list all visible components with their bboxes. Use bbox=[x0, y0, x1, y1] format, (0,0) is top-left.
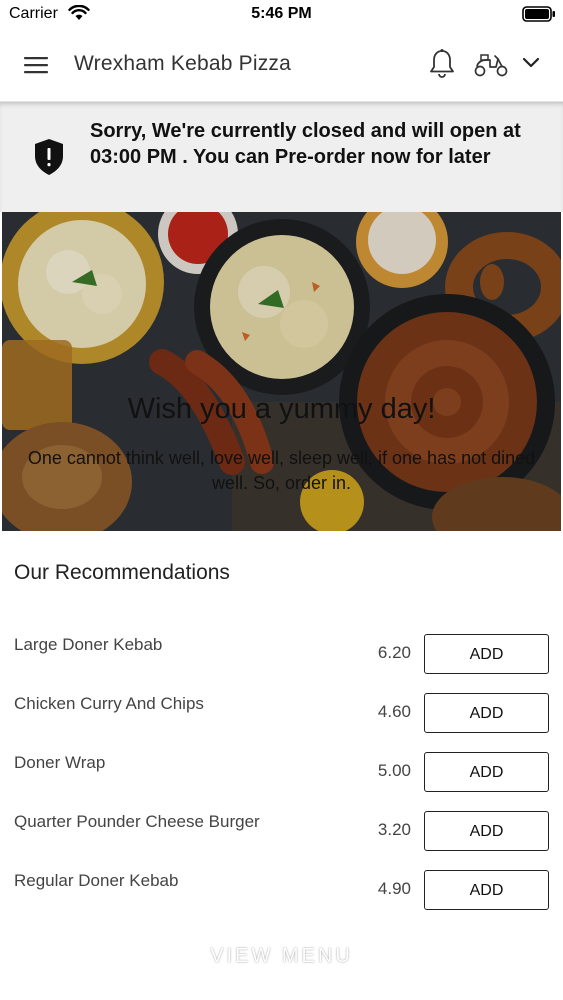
add-button[interactable]: ADD bbox=[424, 811, 549, 851]
add-button[interactable]: ADD bbox=[424, 752, 549, 792]
view-menu-button[interactable]: VIEW MENU bbox=[0, 945, 563, 968]
battery-icon bbox=[522, 6, 556, 27]
list-item: Quarter Pounder Cheese Burger 3.20 ADD bbox=[0, 807, 563, 866]
restaurant-title: Wrexham Kebab Pizza bbox=[74, 52, 292, 75]
list-item: Regular Doner Kebab 4.90 ADD bbox=[0, 866, 563, 925]
shield-alert-icon bbox=[32, 137, 66, 182]
add-button[interactable]: ADD bbox=[424, 634, 549, 674]
list-item: Doner Wrap 5.00 ADD bbox=[0, 748, 563, 807]
hero-subtitle: One cannot think well, love well, sleep … bbox=[27, 448, 536, 493]
hero-banner: Wish you a yummy day! One cannot think w… bbox=[2, 212, 561, 531]
chevron-down-icon[interactable] bbox=[521, 56, 541, 75]
menu-icon[interactable] bbox=[20, 52, 54, 80]
item-price: 6.20 bbox=[377, 643, 411, 662]
list-item: Large Doner Kebab 6.20 ADD bbox=[0, 630, 563, 689]
scooter-icon[interactable] bbox=[473, 52, 509, 83]
item-name: Doner Wrap bbox=[14, 753, 106, 772]
clock: 5:46 PM bbox=[251, 5, 312, 22]
recommendations-heading: Our Recommendations bbox=[14, 561, 230, 584]
item-price: 3.20 bbox=[377, 820, 411, 839]
bell-icon[interactable] bbox=[427, 48, 457, 85]
item-name: Large Doner Kebab bbox=[14, 635, 163, 654]
list-item: Chicken Curry And Chips 4.60 ADD bbox=[0, 689, 563, 748]
item-price: 4.60 bbox=[377, 702, 411, 721]
closed-notice-banner: Sorry, We're currently closed and will o… bbox=[0, 102, 563, 212]
app-header: Wrexham Kebab Pizza bbox=[0, 30, 563, 102]
status-bar: Carrier 5:46 PM bbox=[0, 0, 563, 30]
item-price: 4.90 bbox=[377, 879, 411, 898]
recommendations-list: Large Doner Kebab 6.20 ADD Chicken Curry… bbox=[0, 630, 563, 925]
add-button[interactable]: ADD bbox=[424, 870, 549, 910]
item-price: 5.00 bbox=[377, 761, 411, 780]
item-name: Quarter Pounder Cheese Burger bbox=[14, 812, 260, 831]
closed-message: Sorry, We're currently closed and will o… bbox=[90, 120, 521, 168]
hero-title: Wish you a yummy day! bbox=[127, 393, 436, 425]
item-name: Chicken Curry And Chips bbox=[14, 694, 204, 713]
add-button[interactable]: ADD bbox=[424, 693, 549, 733]
item-name: Regular Doner Kebab bbox=[14, 871, 179, 890]
